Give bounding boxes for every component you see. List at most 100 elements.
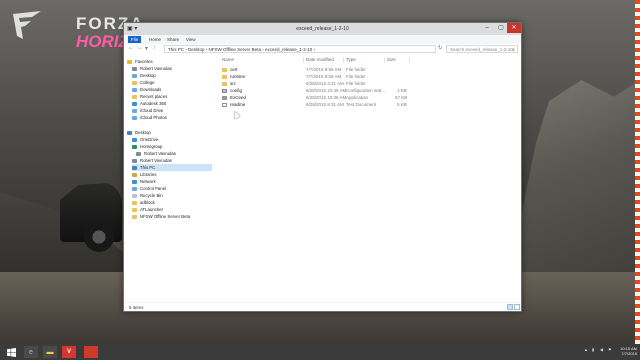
tab-home[interactable]: Home [146,36,164,43]
file-row[interactable]: readme 6/28/2015 9:31 AM Text Document 5… [219,101,519,108]
file-row[interactable]: ExCeed 6/28/2015 10:36 AM Application 57… [219,94,519,101]
flag-tray-icon[interactable]: ⚑ [608,347,612,352]
tree-item[interactable]: Robert Vavrudas [136,150,176,157]
search-input[interactable]: Search exceed_release_1-2-10 ⌕ [446,45,518,53]
column-divider[interactable] [384,57,385,63]
column-divider[interactable] [303,57,304,63]
tree-item[interactable]: College [132,79,155,86]
tree-item[interactable]: adblock [132,199,155,206]
tree-item[interactable]: Control Panel [132,185,166,192]
title-bar[interactable]: ▣ ▾ exceed_release_1-2-10 – ▢ ✕ [124,23,521,35]
pc-icon [132,165,137,170]
app-icon [222,95,227,100]
column-header-type[interactable]: Type [346,56,356,64]
tree-item[interactable]: Robert Vavrudas [132,65,172,72]
tree-item[interactable]: Downloads [132,86,161,93]
close-button[interactable]: ✕ [507,23,521,33]
control-panel-icon [132,186,137,191]
volume-tray-icon[interactable]: ◀ [600,347,603,352]
address-bar[interactable]: This PC › Desktop › NFSW Offline Server … [164,45,436,53]
folder-icon [132,207,137,212]
icloud-photos-icon [132,115,137,120]
folder-icon [132,214,137,219]
libraries-icon [132,172,137,177]
column-header-name[interactable]: Name [222,56,234,64]
folder-icon [222,67,227,72]
tree-item[interactable]: Robert Vavrudas [132,157,172,164]
column-header-size[interactable]: Size [387,56,396,64]
explorer-window: ▣ ▾ exceed_release_1-2-10 – ▢ ✕ File Hom… [123,22,522,312]
autodesk-icon [132,101,137,106]
file-name: config [230,88,243,93]
tree-item[interactable]: Recycle Bin [132,192,163,199]
tab-file[interactable]: File [128,36,142,43]
folder-icon [222,74,227,79]
column-divider[interactable] [409,57,410,63]
file-row[interactable]: runtime 7/7/2015 9:56 AM File folder [219,73,519,80]
wallpaper-car-wheel [84,222,114,252]
onedrive-icon [132,137,137,142]
text-file-icon [222,102,227,107]
tree-item[interactable]: Network [132,178,156,185]
file-name: runtime [230,74,246,79]
file-type: File folder [346,67,366,72]
maximize-button[interactable]: ▢ [494,23,508,33]
back-icon[interactable]: ← [128,45,134,51]
tree-item[interactable]: Homegroup [132,143,162,150]
tree-desktop[interactable]: Desktop [127,129,151,136]
column-header-date[interactable]: Date modified [306,56,334,64]
file-type: Application [346,95,369,100]
tree-item[interactable]: NFSW Offline Server Beta [132,213,190,220]
file-explorer-icon[interactable]: ▬ [43,346,57,358]
logo-subtitle: HORIZ [76,32,129,51]
file-size: 5 KB [397,102,407,107]
forza-logo-mark [13,11,41,39]
column-divider[interactable] [343,57,344,63]
tree-item[interactable]: OneDrive [132,136,158,143]
tree-item[interactable]: iCloud Photos [132,114,167,121]
search-placeholder: Search exceed_release_1-2-10 [450,47,513,52]
tree-item[interactable]: Desktop [132,72,156,79]
tab-view[interactable]: View [183,36,199,43]
tree-item[interactable]: Autodesk 360 [132,100,166,107]
tray-chevron-icon[interactable]: ▲ [584,347,588,352]
file-row[interactable]: cert 7/7/2015 9:56 AM File folder [219,66,519,73]
desktop-icon [127,130,132,135]
tab-share[interactable]: Share [164,36,182,43]
recent-dropdown-icon[interactable]: ▾ [145,45,148,52]
downloads-icon [132,87,137,92]
file-date: 6/28/2015 10:49 AM [306,88,347,93]
tree-item-selected[interactable]: This PC [132,164,212,171]
recycle-bin-icon [132,193,137,198]
tree-item[interactable]: iCloud Drive [132,107,163,114]
clock-date: 7/7/2015 [621,351,637,356]
forward-icon[interactable]: → [137,45,143,51]
file-date: 7/7/2015 9:56 AM [306,74,342,79]
tree-item[interactable]: Recent places [132,93,167,100]
user-icon [136,151,141,156]
tree-item[interactable]: ATLauncher [132,206,163,213]
file-row[interactable]: src 6/28/2015 3:31 AM File folder [219,80,519,87]
item-count: 6 items [129,305,144,310]
vivaldi-icon[interactable]: V [62,346,76,358]
details-view-button[interactable] [507,304,513,310]
internet-explorer-icon[interactable]: e [24,346,38,358]
file-row[interactable]: config 6/28/2015 10:49 AM Configuration … [219,87,519,94]
star-icon [127,59,132,64]
user-folder-icon [132,66,137,71]
refresh-icon[interactable]: ↻ [438,45,442,51]
minimize-button[interactable]: – [480,23,494,33]
config-icon [222,88,227,93]
user-folder-icon [132,158,137,163]
tree-item[interactable]: Libraries [132,171,156,178]
file-size: 57 KB [395,95,408,100]
large-icons-view-button[interactable] [514,304,520,310]
tree-favorites[interactable]: Favorites [127,58,153,65]
app-taskbar-icon[interactable] [84,346,98,358]
network-tray-icon[interactable]: ▮ [592,347,594,352]
homegroup-icon [132,144,137,149]
up-icon[interactable]: ↑ [153,45,156,51]
system-clock[interactable]: 10:15 AM 7/7/2015 [615,346,637,356]
desktop-icon [132,73,137,78]
start-button[interactable] [4,346,18,358]
